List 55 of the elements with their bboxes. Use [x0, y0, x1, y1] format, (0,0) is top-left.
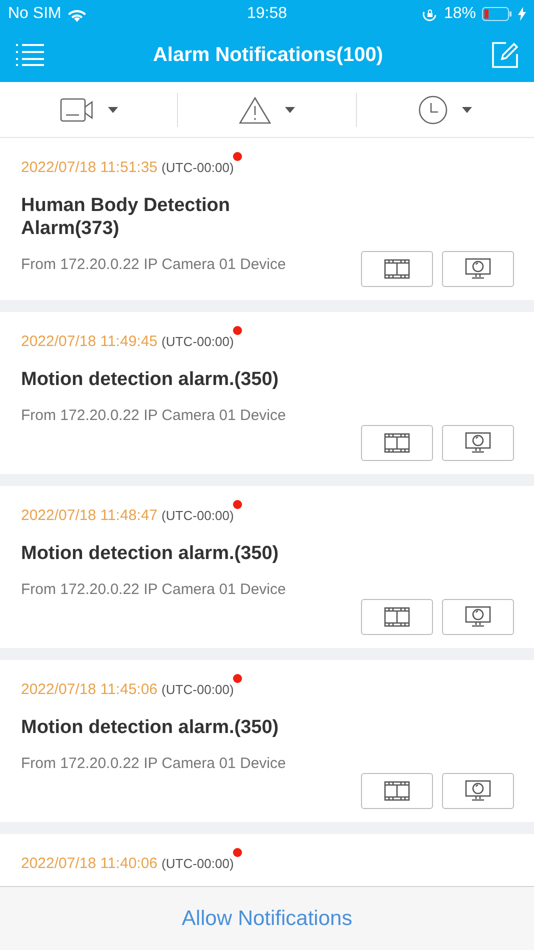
time-zone: (UTC-00:00) [162, 159, 234, 177]
alarm-title: Human Body Detection Alarm(373) [21, 194, 232, 240]
time-zone: (UTC-00:00) [162, 333, 234, 351]
alarm-card[interactable]: 2022/07/18 11:40:06 (UTC-00:00) [0, 834, 534, 886]
menu-button[interactable] [16, 44, 44, 66]
clock-icon [418, 94, 448, 124]
warning-icon [238, 96, 271, 124]
caret-icon [284, 106, 295, 112]
film-icon [384, 259, 410, 279]
time-zone: (UTC-00:00) [162, 855, 234, 873]
alarm-card[interactable]: 2022/07/18 11:45:06 (UTC-00:00) Motion detection alarm.(350) From 172.20.0.22 IP Camera 01 Device [0, 660, 534, 822]
alarm-source: From 172.20.0.22 IP Camera 01 Device [21, 255, 287, 275]
monitor-icon [465, 258, 491, 280]
time-zone: (UTC-00:00) [162, 507, 234, 525]
battery-icon [482, 7, 512, 21]
monitor-icon [465, 432, 491, 454]
live-view-button[interactable] [442, 599, 514, 635]
live-view-button[interactable] [442, 251, 514, 287]
alarm-source: From 172.20.0.22 IP Camera 01 Device [21, 580, 287, 600]
alarm-time: 2022/07/18 11:49:45 [21, 332, 158, 352]
alarm-time: 2022/07/18 11:40:06 [21, 854, 158, 874]
alarm-source: From 172.20.0.22 IP Camera 01 Device [21, 406, 287, 426]
alarm-time: 2022/07/18 11:51:35 [21, 158, 158, 178]
nav-title: Alarm Notifications(100) [152, 44, 384, 66]
film-icon [384, 607, 410, 627]
playback-button[interactable] [361, 599, 433, 635]
live-view-button[interactable] [442, 425, 514, 461]
camera-icon [60, 98, 94, 122]
battery-percent: 18% [444, 5, 476, 23]
alarm-time: 2022/07/18 11:48:47 [21, 506, 158, 526]
menu-icon [16, 44, 44, 66]
playback-button[interactable] [361, 251, 433, 287]
edit-button[interactable] [492, 42, 518, 68]
charging-icon [518, 7, 526, 21]
edit-icon [492, 42, 518, 68]
monitor-icon [465, 780, 491, 802]
playback-button[interactable] [361, 773, 433, 809]
monitor-icon [465, 606, 491, 628]
alarm-title: Motion detection alarm.(350) [21, 368, 280, 391]
caret-icon [462, 106, 472, 112]
live-view-button[interactable] [442, 773, 514, 809]
alarm-card[interactable]: 2022/07/18 11:51:35 (UTC-00:00) Human Body Detection Alarm(373) From 172.20.0.22 IP Camera 01 Device [0, 138, 534, 300]
alarm-title: Motion detection alarm.(350) [21, 542, 280, 565]
alarm-card[interactable]: 2022/07/18 11:49:45 (UTC-00:00) Motion detection alarm.(350) From 172.20.0.22 IP Camera 01 Device [0, 312, 534, 474]
time-zone: (UTC-00:00) [162, 681, 234, 699]
alarm-time: 2022/07/18 11:45:06 [21, 680, 158, 700]
clock-time: 19:58 [246, 5, 288, 23]
film-icon [384, 433, 410, 453]
playback-button[interactable] [361, 425, 433, 461]
alarm-title: Motion detection alarm.(350) [21, 716, 280, 739]
film-icon [384, 781, 410, 801]
carrier-text: No SIM [8, 5, 62, 23]
alarm-source: From 172.20.0.22 IP Camera 01 Device [21, 754, 287, 774]
alarm-card[interactable]: 2022/07/18 11:48:47 (UTC-00:00) Motion detection alarm.(350) From 172.20.0.22 IP Camera 01 Device [0, 486, 534, 648]
caret-icon [108, 106, 118, 112]
